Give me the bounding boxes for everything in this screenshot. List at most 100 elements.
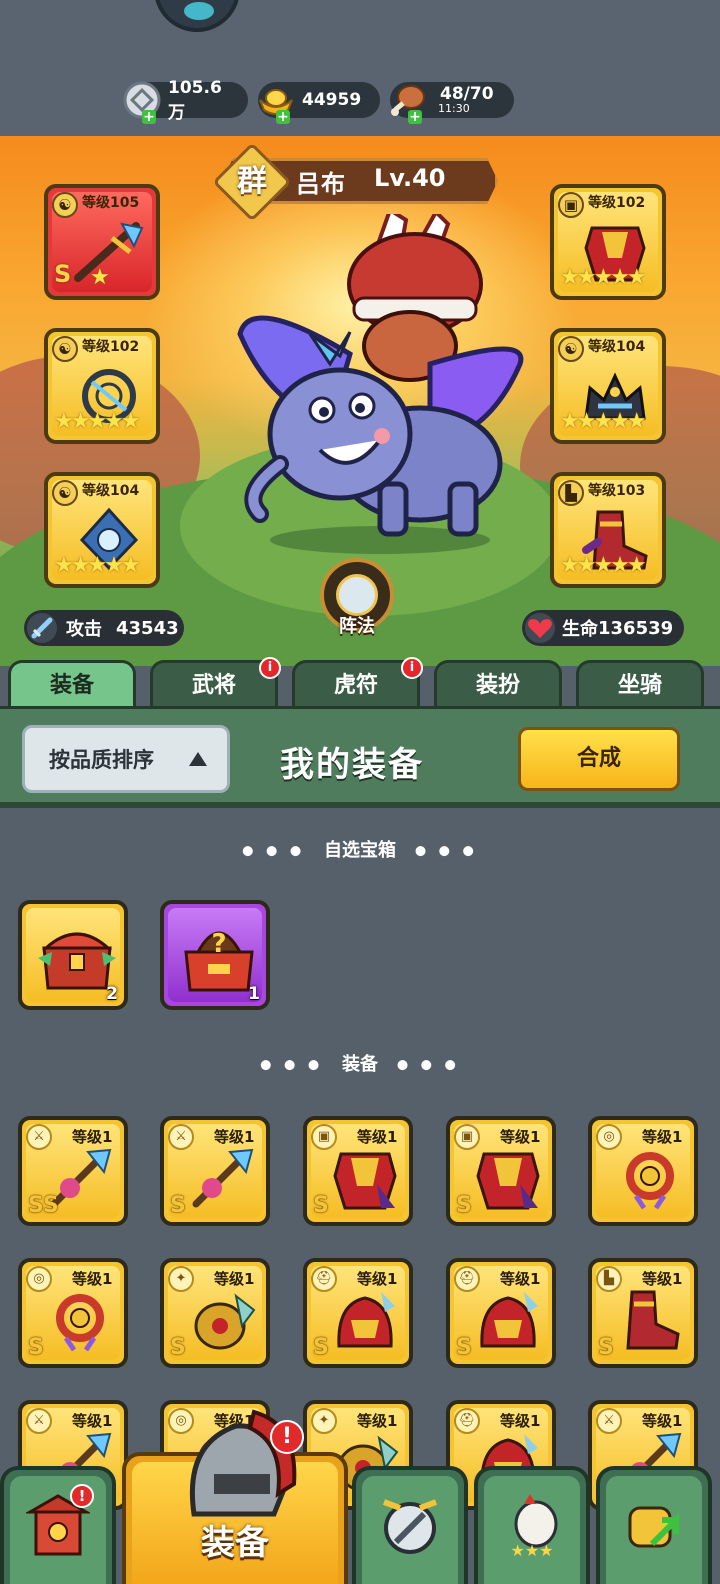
- chest-title-label: 自选宝箱: [324, 840, 396, 861]
- tab-generals[interactable]: 武将 i: [150, 657, 281, 710]
- equipment-item[interactable]: ◎ 等级1: [588, 1116, 698, 1226]
- equip-slot-helmet[interactable]: ☯ 等级104 ★★★★★: [550, 328, 666, 444]
- armor-icon: [333, 1152, 397, 1210]
- grade-label: S: [456, 1335, 472, 1360]
- star-rating: ★★★★★: [560, 265, 647, 290]
- equip-slot-accessory-1[interactable]: ☯ 等级102 ★★★★★: [44, 328, 160, 444]
- tab-tiger-tally[interactable]: 虎符 i: [292, 657, 423, 710]
- hp-value: 136539: [598, 617, 674, 639]
- star-rating: ★★★★★: [560, 553, 647, 578]
- boots-icon: [626, 1290, 680, 1350]
- stamina-amount: 48/70: [440, 84, 494, 104]
- sort-by-quality-button[interactable]: 按品质排序: [22, 725, 230, 793]
- grade-label: S: [54, 260, 72, 288]
- armor-icon: [476, 1152, 540, 1210]
- hp-stat: 生命 136539: [522, 610, 684, 646]
- yin-yang-icon: ☯: [558, 336, 584, 362]
- stamina-resource[interactable]: 48/70 11:30 +: [390, 82, 514, 124]
- nav-pet[interactable]: ★★★: [474, 1466, 590, 1584]
- upgrade-fist-icon: [628, 1506, 679, 1548]
- svg-text:★★★: ★★★: [510, 1541, 553, 1560]
- tab-label: 坐骑: [617, 673, 662, 698]
- equipment-item[interactable]: ⛑ 等级1 S: [303, 1258, 413, 1368]
- equip-slot-accessory-2[interactable]: ☯ 等级104 ★★★★★: [44, 472, 160, 588]
- slot-level: 等级104: [82, 483, 140, 499]
- tab-label: 虎符: [333, 673, 378, 698]
- decor-dots: ● ● ●: [242, 843, 306, 859]
- slot-level: 等级104: [588, 339, 646, 355]
- add-gold-button[interactable]: +: [276, 110, 290, 124]
- inventory-header: 按品质排序 我的装备 合成: [0, 706, 720, 808]
- gold-resource[interactable]: 44959 +: [258, 82, 380, 124]
- faction-label: 群: [237, 164, 267, 199]
- gold-amount: 44959: [302, 90, 362, 110]
- equipment-item[interactable]: ⚔ 等级1 S: [160, 1116, 270, 1226]
- add-stamina-button[interactable]: +: [408, 110, 422, 124]
- equipment-item[interactable]: ▣ 等级1 S: [446, 1116, 556, 1226]
- chest-section-title: ● ● ● 自选宝箱 ● ● ●: [0, 836, 720, 862]
- alert-badge: !: [270, 1420, 304, 1454]
- halberd-icon: [74, 222, 144, 282]
- accessory-icon: [56, 1294, 104, 1352]
- equip-slot-armor[interactable]: ▣ 等级102 ★★★★★: [550, 184, 666, 300]
- helmet-icon: [480, 1292, 538, 1348]
- selectable-chest-gold[interactable]: 2: [18, 900, 128, 1010]
- stamina-timer: 11:30: [438, 102, 470, 115]
- silver-resource[interactable]: 105.6万 +: [123, 78, 248, 124]
- star-rating: ★★★★★: [54, 409, 141, 434]
- equipment-item[interactable]: ▣ 等级1 S: [303, 1116, 413, 1226]
- nav-equipment[interactable]: ! 装备: [122, 1409, 348, 1584]
- heart-icon: [525, 613, 555, 643]
- tab-outfit[interactable]: 装扮: [434, 660, 562, 710]
- equipment-item[interactable]: ◎ 等级1 S: [18, 1258, 128, 1368]
- grade-label: S: [313, 1335, 329, 1360]
- player-avatar[interactable]: [154, 0, 240, 32]
- hero-level: Lv.40: [374, 164, 446, 192]
- slot-level: 等级102: [82, 339, 140, 355]
- tab-equipment[interactable]: 装备: [8, 660, 136, 710]
- merge-button[interactable]: 合成: [518, 727, 680, 791]
- slot-level: 等级102: [588, 195, 646, 211]
- slot-level: 等级105: [82, 195, 140, 211]
- nav-upgrade[interactable]: [596, 1466, 712, 1584]
- equip-slot-boots[interactable]: ▙ 等级103 ★★★★★: [550, 472, 666, 588]
- grade-label: SS: [28, 1193, 59, 1218]
- star-rating: ★: [90, 265, 110, 290]
- tab-mount[interactable]: 坐骑: [576, 660, 704, 710]
- sword-icon: [27, 613, 57, 643]
- helmet-icon: [337, 1292, 395, 1348]
- tab-label: 装备: [49, 673, 94, 698]
- hero-on-elephant-mount[interactable]: [230, 214, 530, 574]
- category-tabs: 装备 武将 i 虎符 i 装扮 坐骑: [0, 657, 720, 710]
- yin-yang-icon: ☯: [52, 336, 78, 362]
- add-silver-button[interactable]: +: [142, 110, 156, 124]
- grade-label: S: [170, 1193, 186, 1218]
- page-title: 我的装备: [280, 745, 424, 785]
- nav-main-city[interactable]: !: [0, 1466, 116, 1584]
- item-count: 1: [248, 984, 260, 1004]
- selectable-chest-purple[interactable]: ? 1: [160, 900, 270, 1010]
- grade-label: S: [598, 1335, 614, 1360]
- decor-dots: ● ● ●: [260, 1057, 324, 1073]
- boot-slot-icon: ▙: [558, 480, 584, 506]
- equip-slot-weapon[interactable]: ☯ 等级105 S ★: [44, 184, 160, 300]
- star-rating: ★★★★★: [54, 553, 141, 578]
- equipment-item[interactable]: ⚔ 等级1 SS: [18, 1116, 128, 1226]
- top-bar: 105.6万 + 44959 + 48/70 11:30 +: [0, 0, 720, 136]
- item-count: 2: [106, 984, 118, 1004]
- sort-label: 按品质排序: [49, 748, 154, 772]
- mystery-chest-icon: ?: [184, 929, 254, 992]
- equipment-item[interactable]: ⛑ 等级1 S: [446, 1258, 556, 1368]
- equipment-item[interactable]: ▙ 等级1 S: [588, 1258, 698, 1368]
- hero-name: 吕布: [296, 170, 346, 198]
- nav-battle[interactable]: [352, 1466, 468, 1584]
- attack-value: 43543: [116, 617, 179, 639]
- grade-label: S: [28, 1335, 44, 1360]
- accessory-icon: [626, 1152, 674, 1210]
- armor-slot-icon: ▣: [558, 192, 584, 218]
- info-badge: i: [259, 657, 281, 679]
- equipment-item[interactable]: ✦ 等级1 S: [160, 1258, 270, 1368]
- hero-scene: 群 吕布 Lv.40 ☯ 等级105 S ★ ☯ 等级102 ★★★★★ ☯ 等…: [0, 136, 720, 666]
- bottom-navigation: ! ! 装备 ★★★: [0, 1409, 720, 1584]
- treasure-icon: [194, 1293, 256, 1350]
